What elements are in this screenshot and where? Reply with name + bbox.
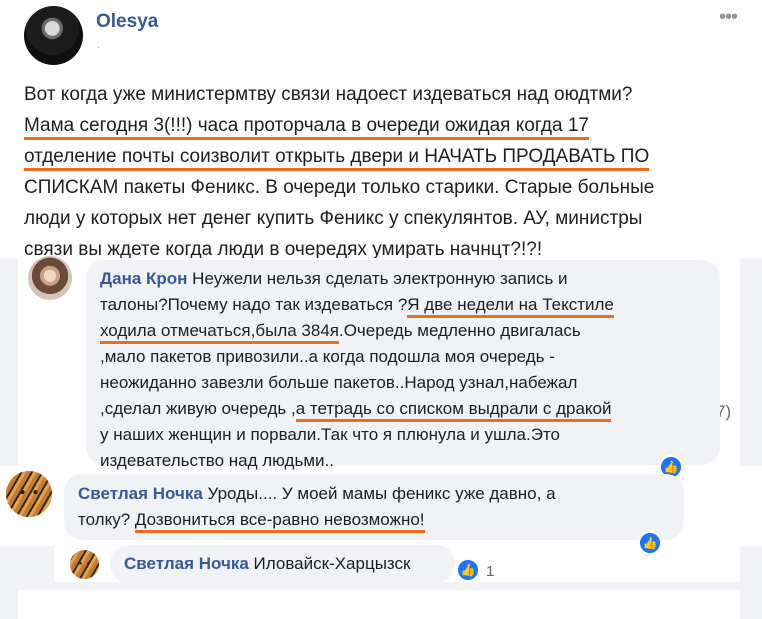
post-text-line: СПИСКАМ пакеты Феникс. В очереди только … xyxy=(24,177,655,198)
comment-line: ходила отмечаться,была 384я.Очередь медл… xyxy=(100,318,614,344)
highlighted-text: Я две недели на Текстиле xyxy=(407,295,614,318)
comment-line: неожиданно завезли больше пакетов..Народ… xyxy=(100,373,578,392)
like-count[interactable]: 1 xyxy=(486,563,494,580)
highlighted-text: отделение почты соизволит открыть двери … xyxy=(24,146,650,171)
comment-line: толку? Дозвониться все-равно невозможно! xyxy=(78,507,556,533)
commenter-avatar[interactable] xyxy=(70,550,99,579)
comment-bubble: Дана Крон Неужели нельзя сделать электро… xyxy=(86,260,720,470)
comment-text: Уроды.... У моей мамы феникс уже давно, … xyxy=(202,484,556,503)
comment-text: талоны?Почему надо так издеваться ? xyxy=(100,295,408,314)
thumbs-up-icon[interactable]: 👍 xyxy=(456,558,480,582)
comment-line: Дана Крон Неужели нельзя сделать электро… xyxy=(100,266,614,292)
post-card: Olesya . ••• Вот когда уже министермтву … xyxy=(0,0,762,264)
commenter-avatar[interactable] xyxy=(28,256,72,300)
post-text-line: Вот когда уже министермтву связи надоест… xyxy=(24,84,633,105)
highlighted-text: Дозвониться все-равно невозможно! xyxy=(134,510,425,533)
comments-panel xyxy=(18,590,740,619)
post-text: Вот когда уже министермтву связи надоест… xyxy=(24,79,739,265)
comment-line: ,сделал живую очередь ,а тетрадь со спис… xyxy=(100,396,614,422)
commenter-name[interactable]: Светлая Ночка xyxy=(124,554,249,573)
comment-line: Светлая Ночка Уроды.... У моей мамы фени… xyxy=(78,481,556,507)
highlighted-text: Мама сегодня 3(!!!) часа проторчала в оч… xyxy=(24,115,589,140)
comment-bubble: Светлая Ночка Уроды.... У моей мамы фени… xyxy=(64,474,684,540)
author-avatar[interactable] xyxy=(24,6,83,65)
comment-line: у наших женщин и порвали.Так что я плюну… xyxy=(100,425,561,444)
comment-line: ,мало пакетов привозили..а когда подошла… xyxy=(100,347,555,366)
commenter-avatar[interactable] xyxy=(6,471,52,517)
post-text-line: люди у которых нет денег купить Феникс у… xyxy=(24,208,643,229)
thumbs-up-icon[interactable]: 👍 xyxy=(638,531,662,555)
commenter-name[interactable]: Светлая Ночка xyxy=(78,484,203,503)
post-text-line: Мама сегодня 3(!!!) часа проторчала в оч… xyxy=(24,110,739,141)
comment-line: талоны?Почему надо так издеваться ?Я две… xyxy=(100,292,614,318)
comment-text: толку? xyxy=(78,510,135,529)
comment-line: Светлая Ночка Иловайск-Харцызск xyxy=(124,552,410,576)
post-author-name[interactable]: Olesya xyxy=(96,11,158,33)
comment-line: издевательство над людьми.. xyxy=(100,451,334,470)
comment-text: Иловайск-Харцызск xyxy=(248,554,411,573)
comment-text: .Очередь медленно двигалась xyxy=(338,321,581,340)
highlighted-text: а тетрадь со списком выдрали с дракой xyxy=(295,399,612,422)
comment-text: ,сделал живую очередь , xyxy=(100,399,296,418)
commenter-name[interactable]: Дана Крон xyxy=(100,269,187,288)
post-meta: . xyxy=(97,40,100,51)
more-options-icon[interactable]: ••• xyxy=(717,6,739,28)
comment-bubble: Светлая Ночка Иловайск-Харцызск xyxy=(110,545,454,583)
post-text-line: отделение почты соизволит открыть двери … xyxy=(24,141,739,172)
highlighted-text: ходила отмечаться,была 384я xyxy=(100,321,339,344)
comment-text: Неужели нельзя сделать электронную запис… xyxy=(187,269,568,288)
